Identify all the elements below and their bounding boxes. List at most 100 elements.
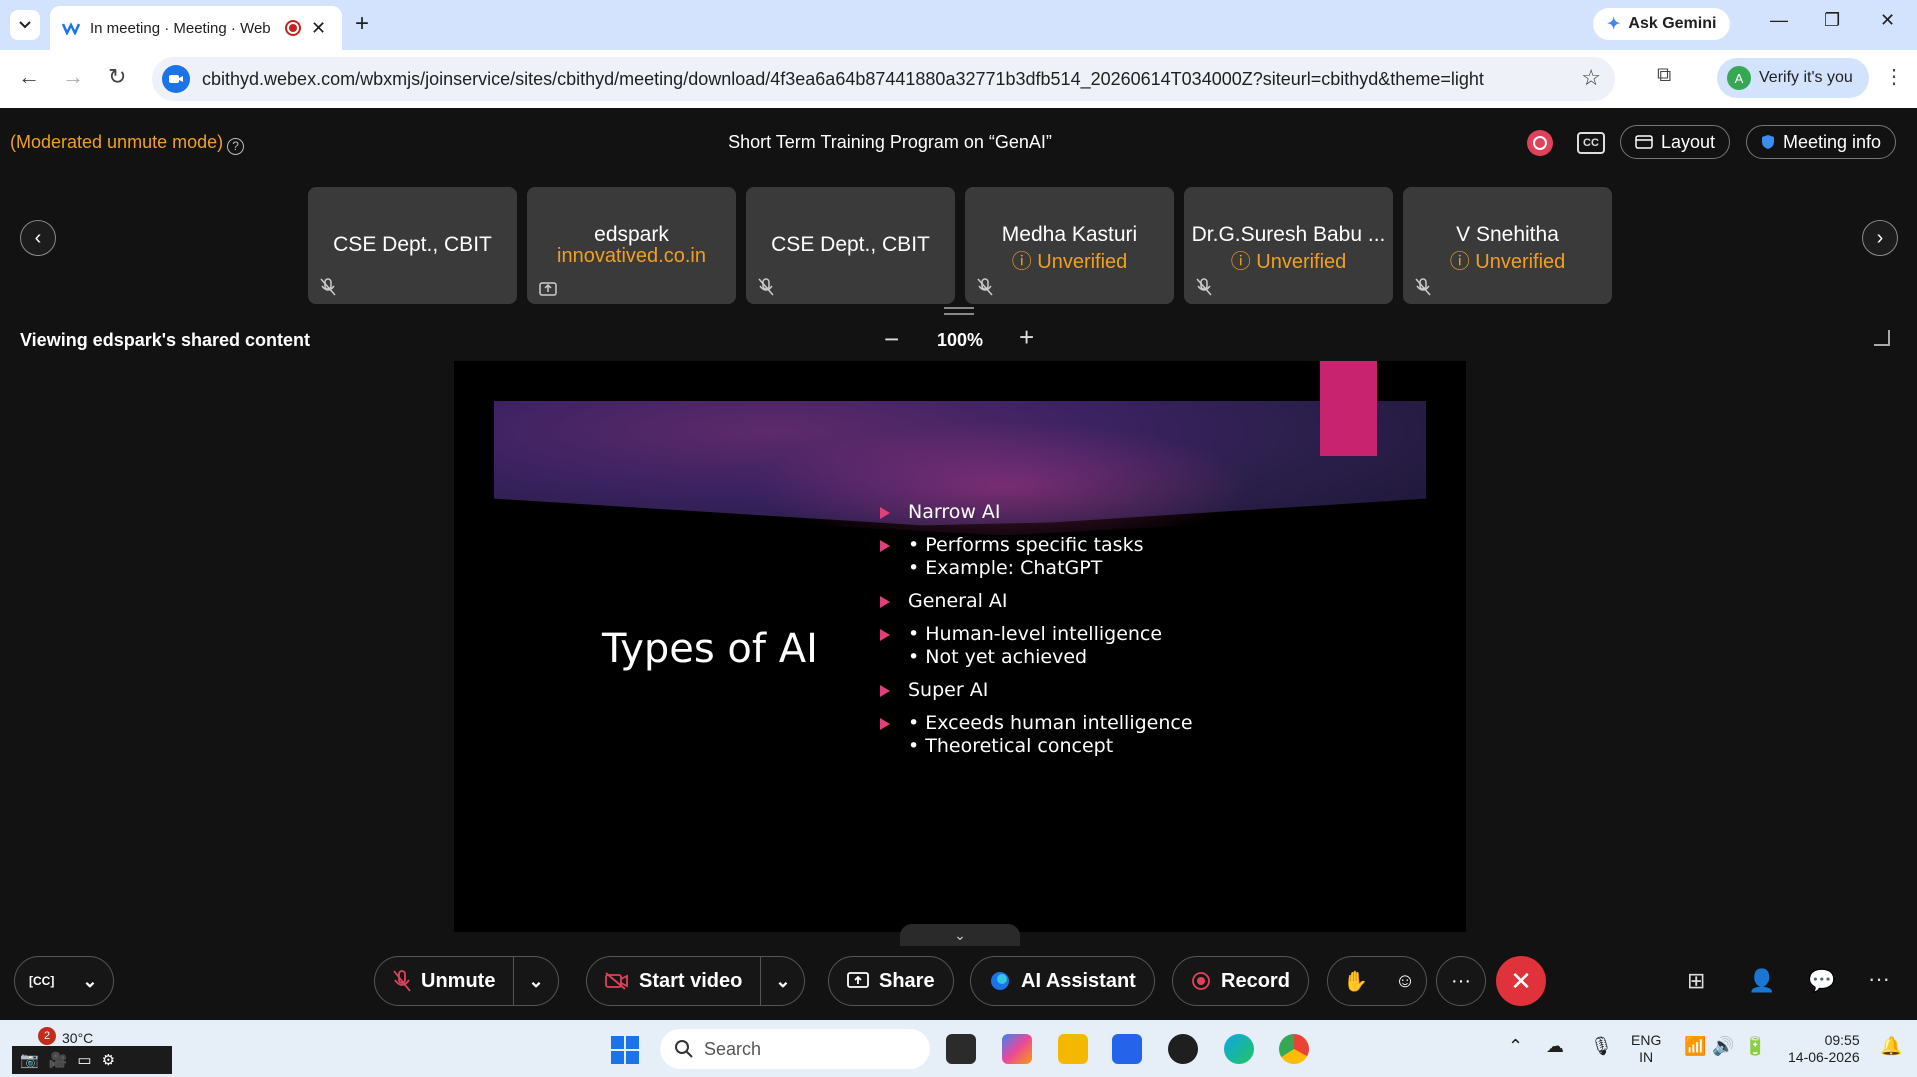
audio-options-chevron-icon[interactable]: ⌄: [514, 971, 557, 992]
restore-icon[interactable]: ❐: [1824, 10, 1840, 31]
browser-tab-active[interactable]: In meeting · Meeting · Web ✕: [50, 6, 342, 50]
raise-hand-icon[interactable]: ✋: [1328, 957, 1383, 1005]
tab-search-button[interactable]: [10, 10, 40, 40]
warning-circle-icon: ⓘ: [1230, 251, 1257, 273]
zoom-in-button[interactable]: +: [1019, 322, 1034, 353]
end-call-button[interactable]: ✕: [1496, 956, 1546, 1006]
close-window-icon[interactable]: ✕: [1880, 10, 1895, 31]
file-explorer-icon[interactable]: [1058, 1034, 1088, 1064]
meeting-header: (Moderated unmute mode)? Short Term Trai…: [0, 108, 1917, 176]
window-icon[interactable]: ▭: [77, 1051, 91, 1069]
dell-icon[interactable]: [1168, 1034, 1198, 1064]
chat-icon[interactable]: 💬: [1808, 968, 1835, 994]
participant-tile[interactable]: CSE Dept., CBIT: [308, 187, 517, 304]
verify-label: Verify it's you: [1759, 69, 1853, 86]
participant-tile[interactable]: Dr.G.Suresh Babu ... ⓘ Unverified: [1184, 187, 1393, 304]
volume-icon[interactable]: 🔊: [1712, 1036, 1734, 1057]
system-clock[interactable]: 09:55 14-06-2026: [1788, 1032, 1860, 1066]
meeting-info-label: Meeting info: [1783, 131, 1882, 152]
settings-gear-icon[interactable]: ⚙: [102, 1051, 115, 1069]
store-icon[interactable]: [1112, 1034, 1142, 1064]
new-tab-button[interactable]: +: [355, 10, 369, 38]
share-button[interactable]: Share: [828, 956, 954, 1006]
captions-icon[interactable]: [CC]: [15, 957, 68, 1005]
site-info-icon[interactable]: [162, 65, 190, 93]
windows-start-icon[interactable]: [611, 1036, 639, 1064]
unverified-badge: ⓘ Unverified: [1403, 245, 1612, 274]
mic-muted-icon: [1415, 278, 1431, 296]
ai-assistant-icon: [991, 972, 1009, 990]
unmute-button[interactable]: Unmute: [375, 957, 513, 1005]
bullet-text: • Example: ChatGPT: [908, 557, 1103, 579]
record-button[interactable]: Record: [1172, 956, 1309, 1006]
zoom-out-button[interactable]: −: [884, 324, 899, 355]
reactions-control[interactable]: ✋ ☺: [1327, 956, 1427, 1006]
ai-assistant-button[interactable]: AI Assistant: [970, 956, 1155, 1006]
camera-icon[interactable]: 📷: [20, 1051, 39, 1069]
apps-icon[interactable]: ⊞: [1687, 968, 1705, 994]
wifi-icon[interactable]: 📶: [1684, 1036, 1706, 1057]
mic-muted-icon: [758, 278, 774, 296]
collapse-controls-tab[interactable]: ⌄: [900, 924, 1020, 946]
task-view-icon[interactable]: [946, 1034, 976, 1064]
edge-icon[interactable]: [1224, 1034, 1254, 1064]
copilot-icon[interactable]: [1002, 1034, 1032, 1064]
share-content: Share: [829, 957, 953, 1005]
bookmark-star-icon[interactable]: ☆: [1581, 65, 1601, 91]
bullet-sub: • Exceeds human intelligence • Theoretica…: [880, 712, 1193, 758]
chevron-down-icon: ⌄: [954, 927, 966, 943]
participant-tile[interactable]: Medha Kasturi ⓘ Unverified: [965, 187, 1174, 304]
fullscreen-icon[interactable]: [1874, 330, 1890, 346]
chevron-down-icon[interactable]: ⌄: [68, 971, 111, 992]
layout-button[interactable]: Layout: [1620, 125, 1731, 159]
reload-icon[interactable]: ↻: [108, 64, 126, 90]
forward-icon[interactable]: →: [62, 64, 84, 90]
participant-tile[interactable]: CSE Dept., CBIT: [746, 187, 955, 304]
layout-label: Layout: [1661, 131, 1716, 152]
verify-account-button[interactable]: A Verify it's you: [1717, 58, 1869, 98]
language-indicator[interactable]: ENG IN: [1631, 1032, 1661, 1066]
screen-share-icon: [539, 282, 557, 296]
previous-participants-button[interactable]: ‹: [20, 220, 56, 256]
more-panels-icon[interactable]: ···: [1868, 966, 1890, 992]
weather-temp[interactable]: 30°C: [62, 1030, 93, 1046]
participant-tile[interactable]: edspark innovatived.co.in: [527, 187, 736, 304]
video-options-chevron-icon[interactable]: ⌄: [761, 971, 804, 992]
shield-icon: [1762, 135, 1774, 149]
bullet-text: • Not yet achieved: [908, 646, 1088, 668]
ai-assistant-label: AI Assistant: [1021, 969, 1136, 992]
browser-menu-icon[interactable]: ⋮: [1884, 64, 1904, 89]
microphone-icon[interactable]: 🎙: [1590, 1036, 1613, 1057]
minimize-icon[interactable]: —: [1770, 10, 1788, 31]
address-bar[interactable]: cbithyd.webex.com/wbxmjs/joinservice/sit…: [152, 57, 1615, 101]
participant-tile[interactable]: V Snehitha ⓘ Unverified: [1403, 187, 1612, 304]
chrome-icon[interactable]: [1279, 1034, 1309, 1064]
closed-captions-icon[interactable]: CC: [1577, 132, 1605, 154]
battery-icon[interactable]: 🔋: [1744, 1036, 1766, 1057]
taskbar-search[interactable]: Search: [660, 1029, 930, 1069]
back-icon[interactable]: ←: [18, 64, 40, 90]
browser-toolbar: ← → ↻ cbithyd.webex.com/wbxmjs/joinservi…: [0, 50, 1917, 108]
onedrive-cloud-icon[interactable]: ☁: [1546, 1036, 1564, 1057]
shared-content-label: Viewing edspark's shared content: [20, 330, 311, 350]
extensions-icon[interactable]: ⧉: [1657, 64, 1671, 87]
slide-accent-tab: [1320, 361, 1377, 456]
reactions-icon[interactable]: ☺: [1383, 957, 1427, 1005]
search-placeholder: Search: [704, 1038, 762, 1059]
notifications-bell-icon[interactable]: 🔔: [1880, 1036, 1902, 1057]
tab-close-icon[interactable]: ✕: [311, 18, 326, 39]
video-control[interactable]: Start video ⌄: [586, 956, 806, 1006]
next-participants-button[interactable]: ›: [1862, 220, 1898, 256]
meeting-info-button[interactable]: Meeting info: [1746, 125, 1897, 159]
video-camera-icon[interactable]: 🎥: [49, 1051, 68, 1069]
start-video-button[interactable]: Start video: [587, 957, 760, 1005]
language-code: ENG: [1631, 1032, 1662, 1048]
zoom-level: 100%: [937, 330, 984, 350]
more-options-button[interactable]: ···: [1436, 956, 1486, 1006]
participants-icon[interactable]: 👤: [1748, 968, 1775, 994]
strip-resize-handle[interactable]: [944, 307, 974, 315]
ask-gemini-button[interactable]: ✦ Ask Gemini: [1593, 8, 1731, 40]
unmute-control[interactable]: Unmute ⌄: [374, 956, 559, 1006]
captions-control[interactable]: [CC] ⌄: [14, 956, 114, 1006]
show-hidden-icons-icon[interactable]: ⌃: [1508, 1036, 1523, 1057]
